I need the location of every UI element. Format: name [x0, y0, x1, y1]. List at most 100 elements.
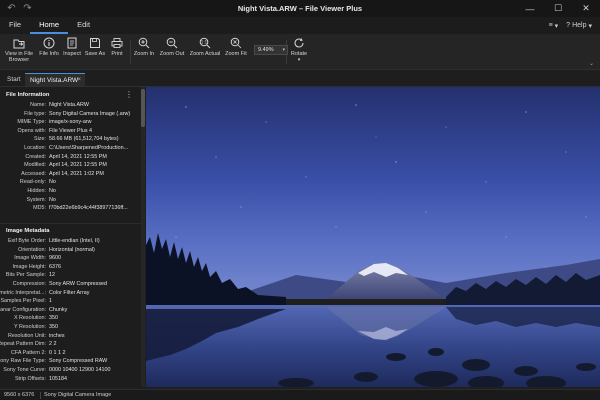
- close-icon[interactable]: ×: [77, 74, 81, 87]
- file-info-key: Location:: [24, 145, 46, 151]
- undo-icon[interactable]: ↶: [5, 2, 18, 15]
- file-info-row: Size: 58.66 MB (61,512,704 bytes): [0, 135, 141, 144]
- file-info-key: Name:: [30, 102, 46, 108]
- svg-text:1:1: 1:1: [201, 40, 208, 45]
- metadata-row: X Resolution: 350: [0, 314, 141, 323]
- ribbon-separator: [130, 40, 131, 64]
- metadata-row: Samples Per Pixel: 1: [0, 297, 141, 306]
- file-info-value: No: [49, 196, 56, 203]
- rotate-button[interactable]: Rotate ▾: [289, 37, 309, 64]
- file-info-value: No: [49, 188, 56, 194]
- file-info-row: MD5: f70bd22e6b9c4c44f38977136ff...: [0, 204, 141, 213]
- metadata-row: CFA Repeat Pattern Dim:2 2: [0, 340, 141, 349]
- metadata-key: Y Resolution:: [14, 324, 46, 330]
- night-vista-photo: [146, 87, 600, 387]
- metadata-value: 2 2: [49, 341, 57, 348]
- inspect-label: Inspect: [63, 51, 81, 57]
- menu-home[interactable]: Home: [30, 17, 69, 34]
- file-info-row: Read-only: No: [0, 178, 141, 187]
- ribbon-toolbar: View in File Browser File Info Inspect Sa…: [0, 34, 600, 70]
- print-icon: [111, 37, 123, 49]
- metadata-row: Photometric Interpretat...:Color Filter …: [0, 289, 141, 298]
- scrollbar-thumb[interactable]: [141, 89, 145, 127]
- metadata-key: Exif Byte Order:: [7, 238, 46, 244]
- zoom-level-select[interactable]: 9.49% ▾: [254, 45, 288, 55]
- metadata-key: Orientation:: [18, 246, 46, 253]
- metadata-key: Samples Per Pixel:: [0, 298, 46, 305]
- file-info-row: Accessed: April 14, 2021 1:02 PM: [0, 170, 141, 179]
- file-info-value: 58.66 MB (61,512,704 bytes): [49, 136, 119, 143]
- help-button[interactable]: ? Help ▾: [566, 22, 592, 30]
- minimize-button[interactable]: —: [516, 0, 544, 17]
- inspect-button[interactable]: Inspect: [62, 37, 82, 57]
- chevron-down-icon[interactable]: ⌄: [589, 60, 594, 67]
- metadata-row: Bits Per Sample: 12: [0, 271, 141, 280]
- menu-edit[interactable]: Edit: [68, 17, 99, 34]
- metadata-key: Image Width:: [14, 255, 46, 262]
- file-info-row: Hidden: No: [0, 187, 141, 196]
- print-button[interactable]: Print: [108, 37, 126, 57]
- zoom-fit-button[interactable]: Zoom Fit: [224, 37, 248, 57]
- tab-start[interactable]: Start: [2, 73, 26, 86]
- window-title: Night Vista.ARW – File Viewer Plus: [237, 4, 363, 13]
- file-info-value: image/x-sony-arw: [49, 119, 92, 126]
- file-info-key: Created:: [25, 153, 46, 160]
- tab-night-vista[interactable]: Night Vista.ARW ×: [25, 73, 85, 86]
- metadata-row: Orientation: Horizontal (normal): [0, 246, 141, 255]
- metadata-row: Compression: Sony ARW Compressed: [0, 280, 141, 289]
- rotate-icon: [293, 37, 305, 49]
- chevron-down-icon: ▾: [554, 22, 559, 30]
- status-dimensions: 9560 x 6376: [4, 392, 35, 398]
- file-info-button[interactable]: File Info: [38, 37, 60, 57]
- metadata-row: Exif Byte Order: Little-endian (Intel, II…: [0, 237, 141, 246]
- settings-menu-button[interactable]: ≡ ▾: [549, 22, 559, 30]
- file-info-key: System:: [26, 196, 46, 203]
- maximize-button[interactable]: ☐: [544, 0, 572, 17]
- metadata-key: X Resolution:: [13, 315, 46, 322]
- metadata-key: Resolution Unit:: [7, 332, 46, 339]
- section-divider: [0, 223, 141, 224]
- zoom-level-value: 9.49%: [258, 47, 274, 53]
- print-label: Print: [111, 51, 123, 57]
- metadata-value: 0 1 1 2: [49, 349, 66, 356]
- settings-icon: ≡: [548, 22, 553, 29]
- more-options-icon[interactable]: ⋮: [125, 90, 133, 99]
- title-bar: ↶ ↷ Night Vista.ARW – File Viewer Plus —…: [0, 0, 600, 17]
- close-button[interactable]: ✕: [572, 0, 600, 17]
- zoom-in-button[interactable]: Zoom In: [133, 37, 155, 57]
- metadata-value: 1: [49, 298, 52, 305]
- zoom-actual-button[interactable]: 1:1 Zoom Actual: [188, 37, 222, 57]
- help-icon: ?: [566, 22, 571, 29]
- save-as-button[interactable]: Save As: [84, 37, 106, 57]
- metadata-row: Y Resolution: 350: [0, 323, 141, 332]
- metadata-key: Image Height:: [12, 263, 46, 270]
- zoom-actual-icon: 1:1: [199, 37, 211, 49]
- metadata-row: Resolution Unit: inches: [0, 332, 141, 341]
- metadata-key: CFA Pattern 2:: [10, 349, 46, 356]
- zoom-actual-label: Zoom Actual: [189, 51, 221, 57]
- file-info-row: Location: C:\Users\SharpenedProduction...: [0, 144, 141, 153]
- zoom-out-icon: [166, 37, 178, 49]
- chevron-down-icon: ▾: [282, 47, 285, 53]
- metadata-key: Sony Tone Curve:: [3, 367, 46, 373]
- zoom-out-button[interactable]: Zoom Out: [158, 37, 186, 57]
- metadata-key: CFA Repeat Pattern Dim:: [0, 341, 46, 348]
- panel-scrollbar[interactable]: [141, 87, 145, 387]
- chevron-down-icon: ▾: [297, 57, 301, 64]
- file-info-key: MIME Type:: [17, 119, 46, 126]
- redo-icon[interactable]: ↷: [21, 2, 34, 15]
- folder-icon: [13, 37, 25, 49]
- image-viewer[interactable]: [146, 87, 600, 387]
- menu-file[interactable]: File: [0, 17, 30, 34]
- view-in-file-browser-button[interactable]: View in File Browser: [4, 37, 34, 64]
- file-info-value: April 14, 2021 12:55 PM: [49, 153, 107, 160]
- metadata-key: Compression:: [12, 281, 46, 287]
- metadata-value: Color Filter Array: [49, 289, 90, 296]
- zoom-in-label: Zoom In: [133, 51, 155, 57]
- file-info-value: April 14, 2021 1:02 PM: [49, 170, 104, 177]
- zoom-in-icon: [138, 37, 150, 49]
- metadata-key: Photometric Interpretat...:: [0, 289, 46, 296]
- file-info-row: System: No: [0, 196, 141, 205]
- metadata-value: 9600: [49, 255, 61, 262]
- help-label: Help: [572, 22, 587, 29]
